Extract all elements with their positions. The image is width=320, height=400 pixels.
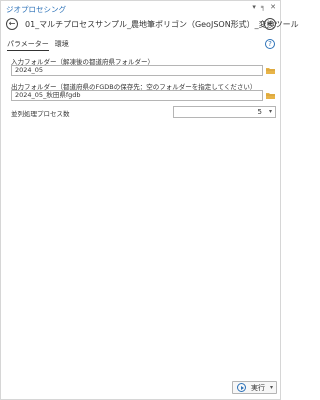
tool-title-row: ← 01_マルチプロセスサンプル_農地筆ポリゴン（GeoJSON形式）_変換ツー… bbox=[1, 16, 299, 34]
browse-folder-icon[interactable] bbox=[266, 92, 275, 99]
pane-title: ジオプロセシング bbox=[6, 5, 66, 14]
parallel-processes-label: 並列処理プロセス数 bbox=[11, 110, 70, 118]
tab-environments[interactable]: 環境 bbox=[55, 39, 69, 51]
back-arrow-icon[interactable]: ← bbox=[6, 18, 18, 30]
browse-folder-icon[interactable] bbox=[266, 67, 275, 74]
play-icon bbox=[237, 383, 246, 392]
tab-bar: パラメーター 環境 bbox=[7, 39, 69, 51]
pin-icon[interactable]: ▾ bbox=[252, 3, 256, 12]
pane-header: ジオプロセシング ▾ ╕ ✕ bbox=[1, 1, 280, 15]
output-folder-field[interactable]: 2024_05_秋田県fgdb bbox=[11, 90, 263, 101]
chevron-down-icon: ▾ bbox=[268, 108, 272, 115]
parallel-processes-value: 5 bbox=[257, 108, 262, 116]
tab-parameters[interactable]: パラメーター bbox=[7, 39, 49, 51]
tool-title: 01_マルチプロセスサンプル_農地筆ポリゴン（GeoJSON形式）_変換ツール bbox=[25, 20, 299, 29]
chevron-down-icon[interactable]: ▾ bbox=[270, 384, 273, 391]
geoprocessing-pane: ジオプロセシング ▾ ╕ ✕ ← 01_マルチプロセスサンプル_農地筆ポリゴン（… bbox=[0, 0, 299, 400]
run-button[interactable]: 実行 ▾ bbox=[232, 381, 277, 394]
add-tool-icon[interactable]: + bbox=[264, 18, 276, 30]
help-icon[interactable]: ? bbox=[265, 39, 275, 49]
input-folder-field[interactable]: 2024_05 bbox=[11, 65, 263, 76]
run-button-label: 実行 bbox=[251, 383, 265, 392]
close-icon[interactable]: ✕ bbox=[270, 3, 276, 12]
pane-header-icons: ▾ ╕ ✕ bbox=[252, 3, 276, 12]
auto-hide-icon[interactable]: ╕ bbox=[261, 3, 265, 12]
parallel-processes-select[interactable]: 5 ▾ bbox=[173, 106, 276, 118]
